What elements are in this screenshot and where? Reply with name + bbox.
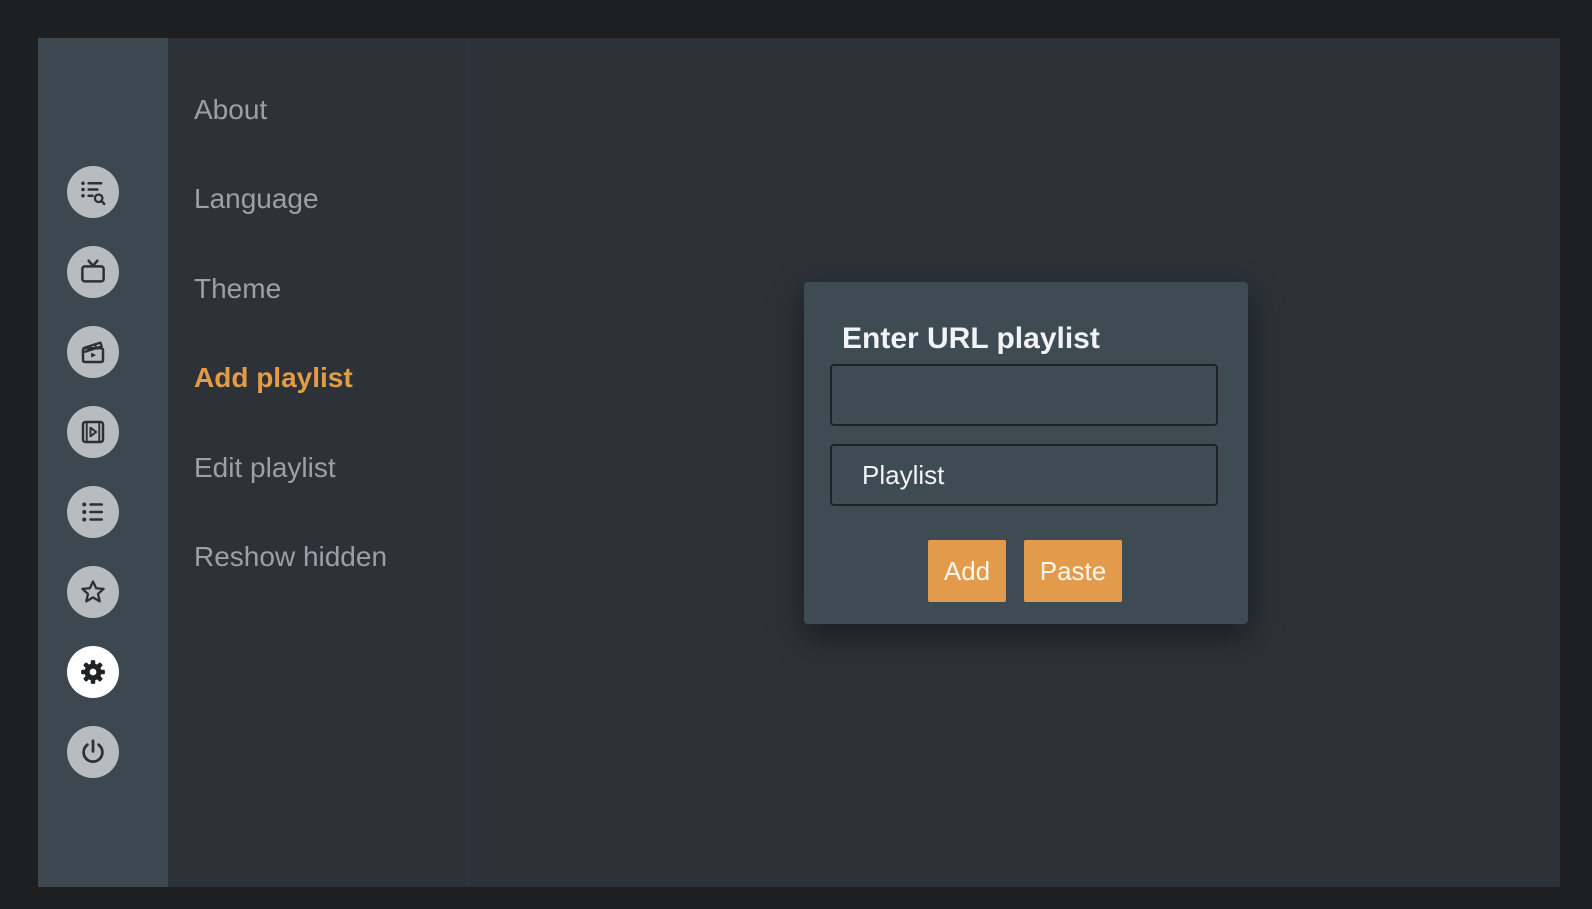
menu-item-about[interactable]: About xyxy=(194,94,267,126)
menu-item-theme[interactable]: Theme xyxy=(194,273,281,305)
playlist-search-icon xyxy=(81,181,106,206)
settings-button[interactable] xyxy=(67,646,119,698)
movie-clapper-icon xyxy=(81,341,105,364)
app-screen: About Language Theme Add playlist Edit p… xyxy=(38,38,1560,887)
power-icon xyxy=(82,739,104,763)
tv-button[interactable] xyxy=(67,246,119,298)
star-icon xyxy=(81,580,105,603)
menu-item-reshow-hidden[interactable]: Reshow hidden xyxy=(194,541,387,573)
menu-item-language[interactable]: Language xyxy=(194,183,319,215)
tv-icon xyxy=(81,259,105,283)
add-playlist-dialog: Enter URL playlist Add Paste xyxy=(804,282,1248,624)
menu-item-add-playlist[interactable]: Add playlist xyxy=(194,362,353,394)
paste-button[interactable]: Paste xyxy=(1024,540,1122,602)
playlist-name-input[interactable] xyxy=(830,444,1218,506)
add-button[interactable]: Add xyxy=(928,540,1006,602)
icon-sidebar xyxy=(38,38,168,887)
power-button[interactable] xyxy=(67,726,119,778)
gear-icon xyxy=(81,660,105,684)
favorites-button[interactable] xyxy=(67,566,119,618)
video-button[interactable] xyxy=(67,406,119,458)
list-button[interactable] xyxy=(67,486,119,538)
dialog-title: Enter URL playlist xyxy=(842,322,1100,355)
video-film-icon xyxy=(81,420,105,444)
playlist-search-button[interactable] xyxy=(67,166,119,218)
url-input[interactable] xyxy=(830,364,1218,426)
settings-menu: About Language Theme Add playlist Edit p… xyxy=(168,38,469,887)
list-icon xyxy=(82,502,103,522)
menu-item-edit-playlist[interactable]: Edit playlist xyxy=(194,452,336,484)
movies-button[interactable] xyxy=(67,326,119,378)
